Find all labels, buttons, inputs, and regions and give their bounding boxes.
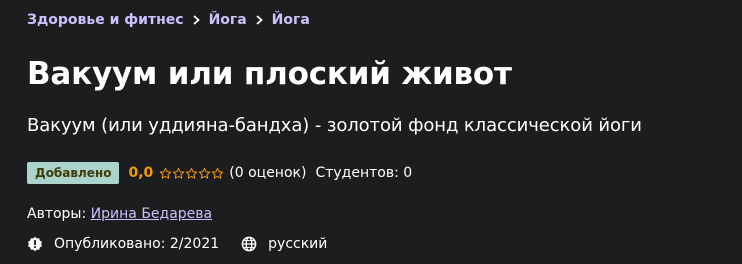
breadcrumb-item-yoga-topic[interactable]: Йога [272,12,310,28]
language-item: русский [241,236,327,252]
course-title: Вакуум или плоский живот [27,56,512,92]
rating-row: Добавлено 0,0 (0 оценок) Студентов: 0 [27,162,412,184]
chevron-right-icon [256,15,263,25]
course-header: Здоровье и фитнес Йога Йога Вакуум или п… [0,0,742,264]
course-language: русский [268,236,328,252]
alert-badge-icon [27,236,43,252]
breadcrumb-item-yoga-category[interactable]: Йога [209,12,247,28]
course-meta: Опубликовано: 2/2021 русский [27,236,349,252]
breadcrumb: Здоровье и фитнес Йога Йога [27,12,310,28]
star-empty-icon [199,167,211,179]
rating-stars [159,167,224,180]
star-empty-icon [212,167,224,179]
published-date: Опубликовано: 2/2021 [54,236,220,252]
rating-count: (0 оценок) [229,165,307,181]
globe-icon [241,236,257,252]
chevron-right-icon [192,15,200,25]
published-item: Опубликовано: 2/2021 [27,236,219,252]
star-empty-icon [186,167,198,179]
course-subtitle: Вакуум (или уддияна-бандха) - золотой фо… [27,115,642,136]
new-badge: Добавлено [27,162,120,184]
rating-value: 0,0 [128,165,154,181]
author-link[interactable]: Ирина Бедарева [91,206,212,222]
authors-line: Авторы: Ирина Бедарева [27,206,212,222]
breadcrumb-item-health-fitness[interactable]: Здоровье и фитнес [27,12,184,28]
star-empty-icon [160,167,172,179]
star-empty-icon [173,167,185,179]
students-count: Студентов: 0 [315,165,413,181]
authors-label: Авторы: [27,206,87,222]
